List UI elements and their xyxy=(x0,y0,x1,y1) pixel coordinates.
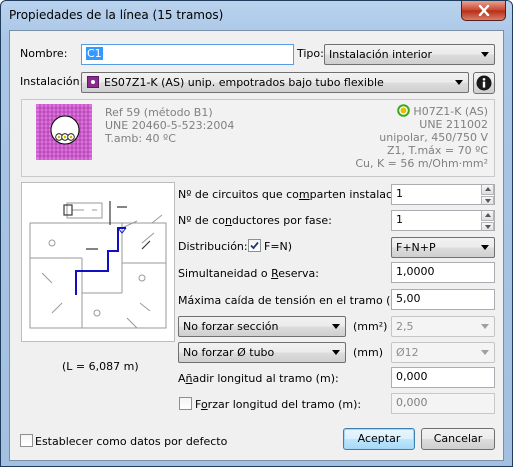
check-icon xyxy=(250,241,259,250)
tubo-value-select[interactable]: Ø12 xyxy=(391,342,495,363)
close-button[interactable] xyxy=(461,1,506,21)
info-cable-line: H07Z1-K (AS) xyxy=(355,104,488,118)
simultaneidad-field[interactable]: 1,0000 xyxy=(391,262,495,283)
seccion-value: 2,5 xyxy=(396,320,414,333)
tubo-value: Ø12 xyxy=(396,346,419,359)
tipo-label: Tipo: xyxy=(297,47,324,60)
distribucion-value: F+N+P xyxy=(396,241,436,254)
caida-field[interactable]: 5,00 xyxy=(391,289,495,310)
forzar-label: Forzar longitud del tramo (m): xyxy=(195,398,362,411)
circuitos-spinbox[interactable]: 1 xyxy=(391,184,495,205)
accept-button[interactable]: Aceptar xyxy=(343,428,415,450)
tubo-select[interactable]: No forzar Ø tubo xyxy=(178,342,346,363)
info-une-left: UNE 20460-5-523:2004 xyxy=(105,119,235,132)
conductores-spinbox[interactable]: 1 xyxy=(391,210,495,231)
spin-up-icon[interactable] xyxy=(481,185,494,195)
seccion-unit: (mm²) xyxy=(353,320,388,333)
cable-section-icon xyxy=(36,104,92,160)
window-title: Propiedades de la línea (15 tramos) xyxy=(9,8,224,22)
simultaneidad-label: Simultaneidad o Reserva: xyxy=(178,267,319,280)
info-une-right: UNE 211002 xyxy=(419,118,488,131)
anadir-label: Añadir longitud al tramo (m): xyxy=(178,372,339,385)
conductores-value: 1 xyxy=(396,213,403,226)
tubo-combo-value: No forzar Ø tubo xyxy=(183,346,275,359)
dialog-window: Propiedades de la línea (15 tramos) Nomb… xyxy=(0,0,513,467)
spin-down-icon[interactable] xyxy=(481,196,494,204)
forzar-field[interactable]: 0,000 xyxy=(391,393,495,414)
distribucion-select[interactable]: F+N+P xyxy=(391,237,495,258)
info-conductor: Cu, K = 56 m/Ohm·mm² xyxy=(355,157,488,170)
spin-down-icon[interactable] xyxy=(481,222,494,230)
fn-checkbox[interactable] xyxy=(248,239,261,252)
seccion-value-select[interactable]: 2,5 xyxy=(391,316,495,337)
forzar-value: 0,000 xyxy=(396,396,428,409)
plan-length-label: (L = 6,087 m) xyxy=(62,360,139,373)
info-cable: H07Z1-K (AS) xyxy=(413,105,488,118)
defecto-checkbox[interactable] xyxy=(20,434,33,447)
caida-label: Máxima caída de tensión en el tramo (%): xyxy=(178,294,409,307)
instalacion-label: Instalación: xyxy=(20,75,84,88)
tipo-value: Instalación interior xyxy=(329,48,433,61)
circuitos-value: 1 xyxy=(396,187,403,200)
anadir-value: 0,000 xyxy=(396,370,428,383)
seccion-select[interactable]: No forzar sección xyxy=(178,316,346,337)
cancel-button[interactable]: Cancelar xyxy=(421,428,495,450)
info-tamb: T.amb: 40 ºC xyxy=(105,132,176,145)
tubo-unit: (mm) xyxy=(353,346,384,359)
instalacion-select[interactable]: ES07Z1-K (AS) unip. empotrados bajo tubo… xyxy=(81,72,469,93)
spin-up-icon[interactable] xyxy=(481,211,494,221)
defecto-label: Establecer como datos por defecto xyxy=(35,435,228,448)
info-ref: Ref 59 (método B1) xyxy=(105,106,213,119)
chevron-down-icon xyxy=(481,350,489,355)
circuitos-label: Nº de circuitos que comparten instalació… xyxy=(178,188,413,201)
cable-info-panel: Ref 59 (método B1) UNE 20460-5-523:2004 … xyxy=(21,99,495,177)
distribucion-label: Distribución: ( xyxy=(178,240,255,253)
instalacion-value: ES07Z1-K (AS) unip. empotrados bajo tubo… xyxy=(104,76,384,89)
chevron-down-icon xyxy=(455,80,463,85)
chevron-down-icon xyxy=(332,324,340,329)
info-tension: unipolar, 450/750 V xyxy=(379,131,488,144)
floor-plan-preview xyxy=(21,182,175,342)
chevron-down-icon xyxy=(332,350,340,355)
conductores-label: Nº de conductores por fase: xyxy=(178,214,332,227)
nombre-field[interactable]: C1 xyxy=(81,44,294,65)
chevron-down-icon xyxy=(481,324,489,329)
floor-plan-drawing xyxy=(29,201,167,329)
cable-type-icon xyxy=(87,76,99,88)
status-circle-icon xyxy=(397,104,410,117)
nombre-value: C1 xyxy=(86,47,103,60)
caida-value: 5,00 xyxy=(396,292,421,305)
seccion-combo-value: No forzar sección xyxy=(183,320,279,333)
distribucion-label-text: Distribución: ( xyxy=(178,240,256,253)
tipo-select[interactable]: Instalación interior xyxy=(324,44,495,65)
title-bar: Propiedades de la línea (15 tramos) xyxy=(1,1,512,29)
circuitos-spin-buttons[interactable] xyxy=(481,185,494,204)
chevron-down-icon xyxy=(481,245,489,250)
info-icon xyxy=(476,75,492,91)
info-tmax: Z1, T.máx = 70 ºC xyxy=(387,144,488,157)
dialog-client-area: Nombre: C1 Tipo: Instalación interior In… xyxy=(9,30,504,461)
close-icon xyxy=(478,5,489,16)
info-right-block: H07Z1-K (AS) UNE 211002 unipolar, 450/75… xyxy=(355,104,488,170)
anadir-field[interactable]: 0,000 xyxy=(391,367,495,388)
info-button[interactable] xyxy=(473,72,495,94)
nombre-label: Nombre: xyxy=(20,47,68,60)
fn-checkbox-label: F=N) xyxy=(264,240,293,253)
accept-label: Aceptar xyxy=(357,432,401,445)
cancel-label: Cancelar xyxy=(433,432,483,445)
simultaneidad-value: 1,0000 xyxy=(396,265,435,278)
chevron-down-icon xyxy=(481,52,489,57)
forzar-checkbox[interactable] xyxy=(179,397,192,410)
conductores-spin-buttons[interactable] xyxy=(481,211,494,230)
